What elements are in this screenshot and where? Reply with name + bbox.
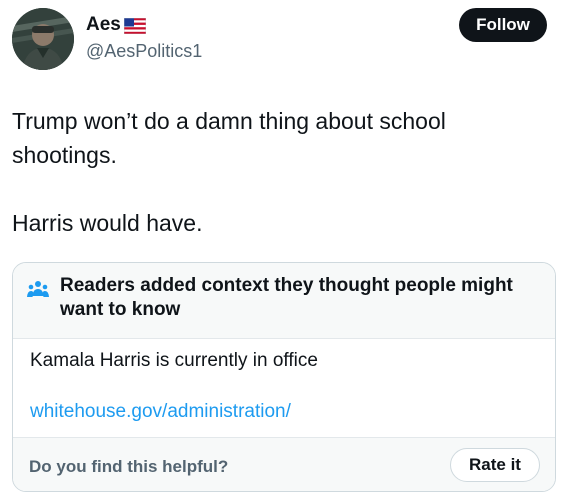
community-note-body: Kamala Harris is currently in office [30, 350, 318, 371]
avatar[interactable] [12, 8, 74, 70]
tweet-paragraph: Trump won’t do a damn thing about school… [12, 108, 446, 168]
people-icon [27, 281, 49, 297]
tweet-paragraph: Harris would have. [12, 210, 203, 236]
display-name[interactable]: Aes [86, 13, 146, 37]
tweet-text: Trump won’t do a damn thing about school… [12, 104, 552, 240]
community-note-title: Readers added context they thought peopl… [60, 275, 513, 320]
community-note-footer: Do you find this helpful? Rate it [13, 437, 555, 491]
user-handle[interactable]: @AesPolitics1 [86, 39, 202, 63]
community-note-header: Readers added context they thought peopl… [13, 263, 555, 339]
tweet: Aes @AesPolitics1 Follow Trump won’t do … [0, 0, 568, 495]
us-flag-icon [123, 17, 146, 34]
display-name-text[interactable]: Aes [86, 13, 121, 37]
community-note-card: Readers added context they thought peopl… [12, 262, 556, 492]
rate-it-button[interactable]: Rate it [450, 448, 540, 482]
follow-button[interactable]: Follow [459, 8, 547, 42]
community-note-link[interactable]: whitehouse.gov/administration/ [30, 400, 291, 424]
helpful-question: Do you find this helpful? [29, 457, 229, 476]
